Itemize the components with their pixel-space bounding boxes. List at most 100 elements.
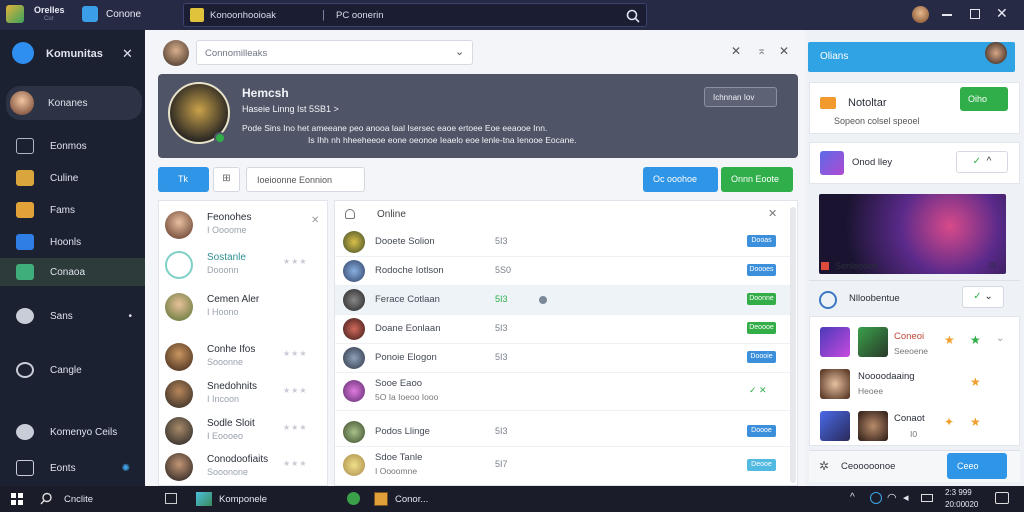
sidebar-item-conaoa[interactable]: Conaoa — [0, 258, 145, 286]
windows-start-icon[interactable] — [11, 493, 23, 505]
sidebar-item-culine[interactable]: Culine — [6, 164, 142, 192]
star-icon[interactable]: ★ — [970, 375, 981, 389]
row-action-button[interactable]: Doooie — [747, 351, 776, 363]
file-icon[interactable] — [374, 492, 388, 506]
task-view-icon[interactable] — [165, 493, 177, 504]
sidebar-item-sans[interactable]: Sans • — [6, 302, 142, 330]
scrollbar[interactable] — [790, 207, 796, 483]
row-action-button[interactable]: Deoooe — [747, 322, 776, 334]
sidebar-close-icon[interactable]: ✕ — [122, 46, 133, 62]
sidebar-item-eonts[interactable]: Eonts ✺ — [6, 454, 142, 482]
app-logo-sub: Cur — [44, 16, 54, 22]
accept-icon[interactable]: ✓ ✕ — [749, 385, 767, 396]
close-icon[interactable]: ✕ — [996, 5, 1008, 22]
list-item[interactable]: Conodoofiaits Sooonone ★★★ — [165, 451, 325, 485]
player-name: Podos Llinge — [375, 426, 430, 437]
browser-icon[interactable] — [347, 492, 360, 505]
notification-center-icon[interactable] — [995, 492, 1009, 504]
app-taskbar-icon[interactable] — [196, 492, 212, 506]
search-bar[interactable]: Konoonhooioak | PC oonerin — [183, 3, 647, 27]
avatar[interactable] — [985, 42, 1007, 64]
taskbar-app-label[interactable]: Komponele — [219, 494, 267, 505]
hero-badge[interactable]: Ichnnan Iov — [704, 87, 777, 107]
player-status: Seeoene — [894, 346, 929, 356]
friend-status: Dooonn — [207, 265, 239, 275]
star-icon[interactable]: ★ — [970, 415, 981, 429]
player-subtitle: 5O Ia Ioeoo Iooo — [375, 392, 439, 402]
maximize-icon[interactable] — [970, 9, 980, 19]
star-icon[interactable]: ★ — [970, 333, 981, 347]
secondary-action-button[interactable]: Onnn Eoote — [721, 167, 793, 192]
friend-name: Feonohes — [207, 212, 252, 223]
section-toggle[interactable]: ✓ ⌄ — [962, 286, 1004, 308]
app-tab-title[interactable]: Conone — [106, 9, 141, 20]
user-avatar[interactable] — [912, 6, 929, 23]
row-action-button[interactable]: Dooas — [747, 235, 776, 247]
sidebar: Komunitas ✕ Konanes Eonmos Culine Fams H… — [0, 30, 145, 486]
star-icon[interactable]: ★ — [944, 333, 955, 347]
star-icon[interactable]: ✦ — [944, 415, 954, 429]
list-item[interactable]: Conhe Ifos Sooonne ★★★ — [165, 341, 325, 375]
minimize-icon[interactable] — [942, 14, 952, 16]
search-input[interactable]: PC oonerin — [336, 10, 384, 21]
profile-avatar-small[interactable] — [163, 40, 189, 66]
wifi-icon[interactable]: ◠ — [887, 491, 897, 504]
friend-name: Sostanle — [207, 252, 246, 263]
table-row[interactable]: Ponoie Elogon 5I3 Doooie — [335, 344, 790, 373]
taskbar-search-label[interactable]: Cnclite — [64, 494, 93, 505]
taskbar-app-label[interactable]: Conor... — [395, 494, 428, 505]
network-icon[interactable] — [870, 492, 882, 504]
sidebar-item-konanes[interactable]: Konanes — [6, 86, 142, 120]
friend-name: Sodle Sloit — [207, 418, 255, 429]
more-icon[interactable]: ⌅ — [757, 44, 766, 57]
player-name: Sooe Eaoo — [375, 378, 423, 389]
table-row-selected[interactable]: Ferace Cotlaan 5I3 Doonne — [335, 286, 790, 315]
list-item[interactable]: Sostanle Dooonn ★★★ — [165, 249, 325, 283]
game-tab-icon — [190, 8, 204, 22]
table-row[interactable]: Dooete Solion 5I3 Dooas — [335, 228, 790, 257]
app-tab-icon[interactable] — [82, 6, 98, 22]
search-icon[interactable] — [40, 492, 53, 505]
list-item[interactable]: Sodle Sloit I Eoooeo ★★★ — [165, 415, 325, 449]
notification-accept-button[interactable]: Oiho — [960, 87, 1008, 111]
table-row[interactable]: Podos Llinge 5I3 Doooe — [335, 418, 790, 447]
sidebar-item-komenyo-ceils[interactable]: Komenyo Ceils — [6, 418, 142, 446]
filter-input[interactable]: Ioeioonne Eonnion — [246, 167, 365, 192]
close-icon[interactable]: ✕ — [768, 207, 777, 220]
row-action-button[interactable]: Doooes — [747, 264, 776, 276]
table-row[interactable]: Doane Eonlaan 5I3 Deoooe — [335, 315, 790, 344]
chevron-down-icon[interactable]: ⌄ — [996, 333, 1004, 344]
tray-up-icon[interactable]: ^ — [850, 492, 855, 503]
community-dropdown[interactable]: Connomilleaks ⌄ — [196, 40, 473, 65]
close-panel-icon[interactable]: ✕ — [779, 44, 789, 58]
sidebar-item-hoonls[interactable]: Hoonls — [6, 228, 142, 256]
tab-label: Tk — [178, 174, 188, 184]
primary-action-button[interactable]: Oc ooohoe — [643, 167, 718, 192]
tab-main[interactable]: Tk — [158, 167, 209, 192]
accept-toggle[interactable]: ✓ ^ — [956, 151, 1008, 173]
list-item[interactable]: Snedohnits I Incoon ★★★ — [165, 378, 325, 412]
button-label: Ceeo — [957, 461, 979, 471]
grid-icon[interactable]: ⊞ — [213, 167, 240, 192]
pin-icon[interactable]: ✕ — [731, 44, 741, 58]
sidebar-item-cangle[interactable]: Cangle — [6, 356, 142, 384]
row-action-button[interactable]: Doonne — [747, 293, 776, 305]
sidebar-item-label: Hoonls — [50, 236, 82, 248]
battery-icon[interactable] — [921, 494, 933, 502]
sidebar-item-fams[interactable]: Fams — [6, 196, 142, 224]
sidebar-item-eonmos[interactable]: Eonmos — [6, 132, 142, 160]
avatar — [343, 231, 365, 253]
search-icon[interactable] — [626, 9, 640, 23]
volume-icon[interactable]: ◂ — [903, 491, 909, 504]
row-action-button[interactable]: Deooe — [747, 459, 776, 471]
table-row[interactable]: Rodoche Iotlson 5S0 Doooes — [335, 257, 790, 286]
rating-stars: ★★★ — [283, 423, 308, 432]
list-item[interactable]: Feonohes I Oooome ✕ — [165, 209, 325, 243]
close-icon[interactable]: ✕ — [311, 215, 319, 226]
list-item[interactable]: Cemen Aler I Hoono — [165, 291, 325, 325]
footer-button[interactable]: Ceeo — [947, 453, 1007, 479]
sync-icon[interactable]: ✺ — [122, 463, 130, 474]
table-row[interactable]: Sooe Eaoo 5O Ia Ioeoo Iooo ✓ ✕ — [335, 373, 790, 411]
row-action-button[interactable]: Doooe — [747, 425, 776, 437]
table-row[interactable]: Sdoe Tanle I Oooomne 5I7 Deooe — [335, 447, 790, 483]
